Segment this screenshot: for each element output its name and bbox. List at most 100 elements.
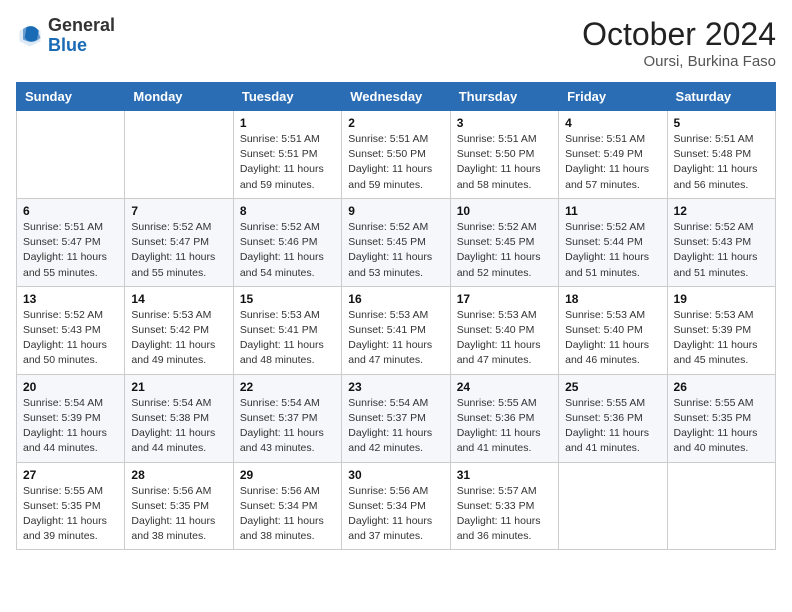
calendar-header-row: SundayMondayTuesdayWednesdayThursdayFrid… [17, 83, 776, 111]
daylight: Daylight: 11 hours and 53 minutes. [348, 251, 432, 278]
day-info: Sunrise: 5:54 AMSunset: 5:37 PMDaylight:… [240, 396, 335, 457]
daylight: Daylight: 11 hours and 52 minutes. [457, 251, 541, 278]
calendar-cell: 9Sunrise: 5:52 AMSunset: 5:45 PMDaylight… [342, 198, 450, 286]
daylight: Daylight: 11 hours and 44 minutes. [23, 427, 107, 454]
day-number: 22 [240, 380, 335, 394]
sunset: Sunset: 5:35 PM [23, 500, 101, 512]
day-number: 28 [131, 468, 226, 482]
daylight: Daylight: 11 hours and 40 minutes. [674, 427, 758, 454]
day-number: 1 [240, 116, 335, 130]
calendar-cell: 12 Sunrise: 5:52 AMSunset: 5:43 PMDayligh… [667, 198, 775, 286]
sunrise: Sunrise: 5:51 AM [674, 133, 754, 145]
day-info: Sunrise: 5:51 AMSunset: 5:49 PMDaylight:… [565, 132, 660, 193]
day-number: 14 [131, 292, 226, 306]
calendar-cell: 5Sunrise: 5:51 AMSunset: 5:48 PMDaylight… [667, 111, 775, 199]
calendar-week-row: 13 Sunrise: 5:52 AMSunset: 5:43 PMDayligh… [17, 286, 776, 374]
daylight: Daylight: 11 hours and 54 minutes. [240, 251, 324, 278]
sunset: Sunset: 5:44 PM [565, 236, 643, 248]
calendar-cell: 18Sunrise: 5:53 AMSunset: 5:40 PMDayligh… [559, 286, 667, 374]
sunset: Sunset: 5:33 PM [457, 500, 535, 512]
day-number: 16 [348, 292, 443, 306]
daylight: Daylight: 11 hours and 59 minutes. [348, 163, 432, 190]
day-info: Sunrise: 5:56 AMSunset: 5:34 PMDaylight:… [240, 484, 335, 545]
month-title: October 2024 [582, 16, 776, 53]
day-info: Sunrise: 5:51 AMSunset: 5:50 PMDaylight:… [348, 132, 443, 193]
day-number: 13 [23, 292, 118, 306]
sunrise: Sunrise: 5:56 AM [348, 485, 428, 497]
calendar-cell: 25Sunrise: 5:55 AMSunset: 5:36 PMDayligh… [559, 374, 667, 462]
day-info: Sunrise: 5:52 AMSunset: 5:45 PMDaylight:… [457, 220, 552, 281]
calendar-cell: 23Sunrise: 5:54 AMSunset: 5:37 PMDayligh… [342, 374, 450, 462]
day-info: Sunrise: 5:54 AMSunset: 5:38 PMDaylight:… [131, 396, 226, 457]
calendar-cell [667, 462, 775, 550]
day-number: 12 [674, 204, 769, 218]
day-number: 26 [674, 380, 769, 394]
day-info: Sunrise: 5:55 AMSunset: 5:35 PMDaylight:… [674, 396, 769, 457]
day-number: 2 [348, 116, 443, 130]
calendar-cell: 26 Sunrise: 5:55 AMSunset: 5:35 PMDayligh… [667, 374, 775, 462]
sunset: Sunset: 5:37 PM [240, 412, 318, 424]
sunrise: Sunrise: 5:51 AM [565, 133, 645, 145]
daylight: Daylight: 11 hours and 55 minutes. [23, 251, 107, 278]
calendar-cell: 19 Sunrise: 5:53 AMSunset: 5:39 PMDayligh… [667, 286, 775, 374]
day-number: 11 [565, 204, 660, 218]
calendar-cell: 30Sunrise: 5:56 AMSunset: 5:34 PMDayligh… [342, 462, 450, 550]
sunrise: Sunrise: 5:56 AM [131, 485, 211, 497]
sunset: Sunset: 5:40 PM [457, 324, 535, 336]
calendar-cell: 17Sunrise: 5:53 AMSunset: 5:40 PMDayligh… [450, 286, 558, 374]
day-info: Sunrise: 5:52 AMSunset: 5:43 PMDaylight:… [23, 308, 118, 369]
daylight: Daylight: 11 hours and 56 minutes. [674, 163, 758, 190]
sunset: Sunset: 5:35 PM [131, 500, 209, 512]
calendar-cell: 29Sunrise: 5:56 AMSunset: 5:34 PMDayligh… [233, 462, 341, 550]
calendar-cell: 20Sunrise: 5:54 AMSunset: 5:39 PMDayligh… [17, 374, 125, 462]
sunrise: Sunrise: 5:57 AM [457, 485, 537, 497]
daylight: Daylight: 11 hours and 47 minutes. [348, 339, 432, 366]
day-info: Sunrise: 5:53 AMSunset: 5:41 PMDaylight:… [348, 308, 443, 369]
sunset: Sunset: 5:38 PM [131, 412, 209, 424]
day-number: 19 [674, 292, 769, 306]
sunset: Sunset: 5:46 PM [240, 236, 318, 248]
calendar-cell: 31 Sunrise: 5:57 AM Sunset: 5:33 PM Dayligh… [450, 462, 558, 550]
daylight: Daylight: 11 hours and 38 minutes. [131, 515, 215, 542]
calendar-weekday-header: Saturday [667, 83, 775, 111]
sunset: Sunset: 5:43 PM [23, 324, 101, 336]
daylight: Daylight: 11 hours and 49 minutes. [131, 339, 215, 366]
calendar-cell: 10Sunrise: 5:52 AMSunset: 5:45 PMDayligh… [450, 198, 558, 286]
sunrise: Sunrise: 5:51 AM [23, 221, 103, 233]
calendar-cell: 24Sunrise: 5:55 AMSunset: 5:36 PMDayligh… [450, 374, 558, 462]
day-number: 4 [565, 116, 660, 130]
calendar-weekday-header: Thursday [450, 83, 558, 111]
logo-icon [16, 22, 44, 50]
logo: General Blue [16, 16, 115, 56]
page-header: General Blue October 2024 Oursi, Burkina… [16, 16, 776, 70]
day-info: Sunrise: 5:51 AMSunset: 5:50 PMDaylight:… [457, 132, 552, 193]
day-number: 27 [23, 468, 118, 482]
calendar-cell: 21Sunrise: 5:54 AMSunset: 5:38 PMDayligh… [125, 374, 233, 462]
day-info: Sunrise: 5:52 AMSunset: 5:45 PMDaylight:… [348, 220, 443, 281]
calendar-cell: 14Sunrise: 5:53 AMSunset: 5:42 PMDayligh… [125, 286, 233, 374]
sunrise: Sunrise: 5:54 AM [240, 397, 320, 409]
day-number: 31 [457, 468, 552, 482]
day-info: Sunrise: 5:52 AMSunset: 5:43 PMDaylight:… [674, 220, 769, 281]
day-number: 25 [565, 380, 660, 394]
daylight: Daylight: 11 hours and 36 minutes. [457, 515, 541, 542]
sunset: Sunset: 5:34 PM [348, 500, 426, 512]
sunset: Sunset: 5:41 PM [240, 324, 318, 336]
calendar-weekday-header: Tuesday [233, 83, 341, 111]
logo-general-text: General [48, 16, 115, 36]
day-number: 30 [348, 468, 443, 482]
daylight: Daylight: 11 hours and 51 minutes. [674, 251, 758, 278]
calendar-cell: 16 Sunrise: 5:53 AMSunset: 5:41 PMDayligh… [342, 286, 450, 374]
calendar-cell [125, 111, 233, 199]
sunset: Sunset: 5:39 PM [23, 412, 101, 424]
calendar-week-row: 1Sunrise: 5:51 AMSunset: 5:51 PMDaylight… [17, 111, 776, 199]
day-number: 23 [348, 380, 443, 394]
day-info: Sunrise: 5:53 AMSunset: 5:41 PMDaylight:… [240, 308, 335, 369]
sunset: Sunset: 5:39 PM [674, 324, 752, 336]
daylight: Daylight: 11 hours and 41 minutes. [565, 427, 649, 454]
daylight: Daylight: 11 hours and 47 minutes. [457, 339, 541, 366]
title-block: October 2024 Oursi, Burkina Faso [582, 16, 776, 70]
day-info: Sunrise: 5:53 AMSunset: 5:39 PMDaylight:… [674, 308, 769, 369]
sunrise: Sunrise: 5:52 AM [348, 221, 428, 233]
sunrise: Sunrise: 5:52 AM [565, 221, 645, 233]
